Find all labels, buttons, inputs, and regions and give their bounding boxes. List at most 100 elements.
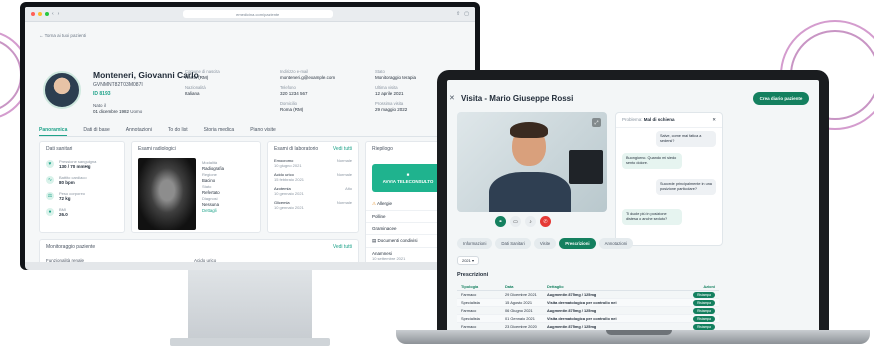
field-label: Indirizzo e-mail: [280, 69, 309, 74]
prescriptions-table: Tipologia Data Dettaglio Azioni Farmaco 2…: [457, 283, 719, 331]
cell-detail: Augmentin 875mg / 125mg: [547, 308, 597, 313]
allergies-label: Allergie: [377, 201, 393, 206]
xray-details-link[interactable]: Dettagli: [202, 208, 224, 214]
cell-date: 06 Giugno 2021: [505, 308, 533, 313]
reprint-button[interactable]: Ristampa: [693, 299, 715, 306]
xray-image[interactable]: [138, 158, 196, 230]
chat-header: Problema: Mal di schiena ✕: [616, 113, 722, 128]
minimize-window-dot[interactable]: [38, 12, 42, 16]
lab-see-all-link[interactable]: Vedi tutti: [333, 146, 352, 152]
lab-status: Normale: [336, 158, 352, 163]
close-icon[interactable]: ✕: [712, 117, 716, 123]
header-tipologia[interactable]: Tipologia: [461, 284, 505, 289]
patient-avatar: [43, 71, 81, 109]
tab-dati-di-base[interactable]: Dati di base: [83, 125, 109, 136]
tab-panoramica[interactable]: Panoramica: [39, 125, 68, 136]
maximize-window-dot[interactable]: [45, 12, 49, 16]
monitoring-see-all-link[interactable]: Vedi tutti: [333, 244, 352, 250]
reprint-button[interactable]: Ristampa: [693, 291, 715, 298]
vital-value: 80 bpm: [59, 180, 75, 185]
chat-message: Buongiorno. Quando mi siedo sento dolore…: [622, 153, 682, 169]
patient-tabs: Panoramica Dati di base Annotazioni To d…: [39, 125, 461, 137]
field-last-visit: Ultima visita 12 aprile 2021: [375, 85, 404, 97]
tabs-icon[interactable]: ▢: [464, 11, 469, 17]
tab-storia-medica[interactable]: Storia medica: [204, 125, 235, 136]
tab-annotazioni[interactable]: Annotazioni: [126, 125, 152, 136]
forward-arrow-icon[interactable]: ›: [58, 11, 60, 17]
patient-name: Monteneri, Giovanni Carlo: [93, 70, 199, 80]
field-value: Roma (RM): [185, 75, 209, 80]
create-diary-button[interactable]: Crea diario paziente: [753, 92, 809, 105]
patient-id: ID 8193: [93, 91, 111, 97]
dob-value: 01 dicembre 1982: [93, 109, 130, 114]
browser-toolbar: ‹ › emedicina.com/paziente ⇧ ▢: [25, 7, 475, 22]
year-select[interactable]: 2021 ▾: [457, 256, 479, 265]
lab-row[interactable]: Acido urico 15 febbraio 2021 Normale: [268, 170, 358, 184]
lab-row[interactable]: Glicemia 10 gennaio 2021 Normale: [268, 198, 358, 212]
meta-label: Diagnosi: [202, 196, 218, 201]
start-teleconsult-button[interactable]: ■ AVVIA TELECONSULTO: [372, 164, 444, 192]
address-bar[interactable]: emedicina.com/paziente: [182, 10, 333, 18]
chat-panel: Problema: Mal di schiena ✕ Salve, come ma…: [615, 112, 723, 246]
vital-value: 130 / 70 mmHg: [59, 164, 91, 169]
monitor-stand: [188, 270, 312, 342]
reprint-button[interactable]: Ristampa: [693, 323, 715, 330]
chat-message: Ti duole più in posizione distesa o anch…: [622, 209, 682, 225]
back-link-label: Torna ai tuoi pazienti: [44, 33, 86, 38]
chat-problem-value: Mal di schiena: [643, 117, 675, 122]
link-icon[interactable]: ⚭: [495, 216, 506, 227]
close-icon[interactable]: ✕: [449, 94, 455, 102]
tab-visite[interactable]: Visite: [533, 238, 557, 249]
back-arrow-icon[interactable]: ‹: [52, 11, 54, 17]
tab-annotazioni[interactable]: Annotazioni: [598, 238, 634, 249]
table-row: Specialista 15 Agosto 2021 Visita dermatol…: [457, 299, 719, 307]
table-header: Tipologia Data Dettaglio Azioni: [457, 283, 719, 291]
camera-icon[interactable]: ▭: [510, 216, 521, 227]
table-row: Farmaco 29 Dicembre 2021 Augmentin 875mg /…: [457, 291, 719, 299]
field-phone: Telefono 320 1234 567: [280, 85, 308, 97]
cell-date: 29 Dicembre 2021: [505, 292, 537, 297]
table-row: Farmaco 06 Giugno 2021 Augmentin 875mg / 1…: [457, 307, 719, 315]
vitals-card: Dati sanitari ♥ Pressione sanguigna 130 / …: [39, 141, 125, 233]
monitoring-card-header: Monitoraggio paziente Vedi tutti: [40, 240, 358, 254]
reprint-button[interactable]: Ristampa: [693, 307, 715, 314]
vital-text: BMI 26.0: [59, 207, 68, 217]
lab-status: Alto: [345, 186, 352, 191]
meta-label: Regione: [202, 172, 217, 177]
reprint-button[interactable]: Ristampa: [693, 315, 715, 322]
lab-row[interactable]: Emocromo 10 giugno 2021 Normale: [268, 156, 358, 170]
field-label: Prossima visita: [375, 101, 404, 106]
field-value: Roma (RM): [280, 107, 304, 112]
microphone-icon[interactable]: ♪: [525, 216, 536, 227]
lab-card: Esami di laboratorio Vedi tutti Emocromo 1…: [267, 141, 359, 233]
xray-card-title: Esami radiologici: [138, 146, 176, 152]
vital-text: Peso corporeo 72 kg: [59, 191, 85, 201]
dob-block: Nato il 01 dicembre 1982 Uomo: [93, 103, 142, 115]
chat-message: Succede principalmente in una posizione …: [656, 179, 716, 195]
end-call-icon[interactable]: ✆: [540, 216, 551, 227]
tab-dati-sanitari[interactable]: Dati Sanitari: [495, 238, 531, 249]
year-value: 2021: [461, 258, 471, 263]
cell-detail: Visita dermatologica per controllo nei: [547, 300, 617, 305]
fullscreen-icon[interactable]: ⤢: [592, 118, 601, 127]
laptop: ✕ Visita - Mario Giuseppe Rossi Crea dia…: [437, 70, 829, 332]
vital-item: ♥ Pressione sanguigna 130 / 70 mmHg: [40, 156, 124, 172]
cell-date: 15 Agosto 2021: [505, 300, 533, 305]
vital-item: ● BMI 26.0: [40, 204, 124, 220]
close-window-dot[interactable]: [31, 12, 35, 16]
cell-detail: Augmentin 875mg / 125mg: [547, 292, 597, 297]
tab-to-do-list[interactable]: To do list: [168, 125, 188, 136]
scale-icon: ⚖: [46, 192, 54, 200]
tab-informazioni[interactable]: Informazioni: [457, 238, 493, 249]
tab-piano-visite[interactable]: Piano visite: [250, 125, 276, 136]
lab-row[interactable]: Azotemia 10 gennaio 2021 Alto: [268, 184, 358, 198]
header-dettaglio[interactable]: Dettaglio: [547, 284, 657, 289]
tab-prescrizioni[interactable]: Prescrizioni: [559, 238, 596, 249]
xray-meta: Modalità Radiografia Regione Bacino Stato R…: [202, 160, 224, 214]
back-to-patients-link[interactable]: ← Torna ai tuoi pazienti: [39, 33, 86, 38]
field-label: Nazionalità: [185, 85, 206, 90]
header-data[interactable]: Data: [505, 284, 547, 289]
header-azioni: Azioni: [703, 284, 715, 289]
share-icon[interactable]: ⇧: [456, 11, 460, 17]
monitor-stand-base: [170, 338, 330, 346]
